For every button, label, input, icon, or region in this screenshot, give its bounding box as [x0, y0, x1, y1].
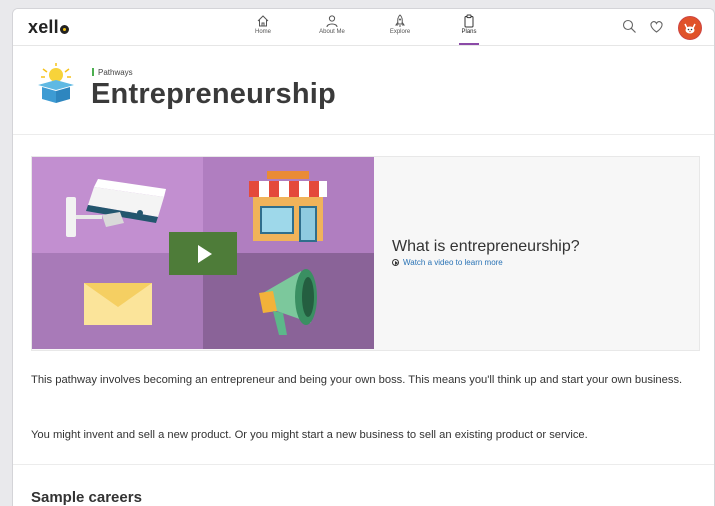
pathway-description-1: This pathway involves becoming an entrep… — [31, 374, 683, 386]
pathway-header: Pathways Entrepreneurship — [13, 46, 714, 135]
nav-about-me[interactable]: About Me — [302, 14, 362, 35]
heart-icon[interactable] — [649, 19, 664, 34]
rocket-icon — [395, 14, 405, 27]
video-card[interactable]: What is entrepreneurship? Watch a video … — [31, 156, 700, 351]
xello-logo[interactable]: xell — [28, 17, 69, 38]
section-divider — [13, 464, 714, 465]
play-circle-icon — [392, 259, 399, 266]
play-video-button[interactable] — [169, 232, 237, 275]
lightbulb-box-icon — [38, 63, 74, 103]
sample-careers-heading: Sample careers — [31, 489, 142, 506]
nav-explore-label: Explore — [389, 29, 411, 35]
nav-plans-label: Plans — [461, 29, 477, 35]
breadcrumb-marker — [92, 68, 94, 76]
top-navigation: xell Home About Me Explore Plans — [13, 9, 714, 46]
search-icon[interactable] — [622, 19, 637, 34]
video-thumbnail[interactable] — [32, 157, 375, 350]
nav-home-label: Home — [254, 29, 271, 35]
watch-video-link[interactable]: Watch a video to learn more — [392, 258, 503, 267]
nav-explore[interactable]: Explore — [370, 14, 430, 35]
person-icon — [326, 15, 338, 28]
app-window: xell Home About Me Explore Plans Pathway… — [12, 8, 715, 506]
page-title: Entrepreneurship — [91, 78, 336, 110]
pathway-description-2: You might invent and sell a new product.… — [31, 429, 588, 441]
active-tab-indicator — [459, 43, 479, 45]
watch-video-label: Watch a video to learn more — [403, 258, 503, 267]
video-card-title: What is entrepreneurship? — [392, 238, 580, 255]
home-icon — [257, 15, 269, 27]
avatar[interactable] — [678, 16, 702, 40]
top-right-actions — [622, 16, 702, 40]
breadcrumb-label: Pathways — [98, 68, 133, 77]
fox-avatar-icon — [679, 17, 701, 39]
nav-plans[interactable]: Plans — [439, 14, 499, 45]
nav-about-me-label: About Me — [319, 29, 345, 35]
nav-home[interactable]: Home — [233, 14, 293, 35]
clipboard-icon — [464, 14, 474, 28]
breadcrumb[interactable]: Pathways — [92, 68, 133, 77]
